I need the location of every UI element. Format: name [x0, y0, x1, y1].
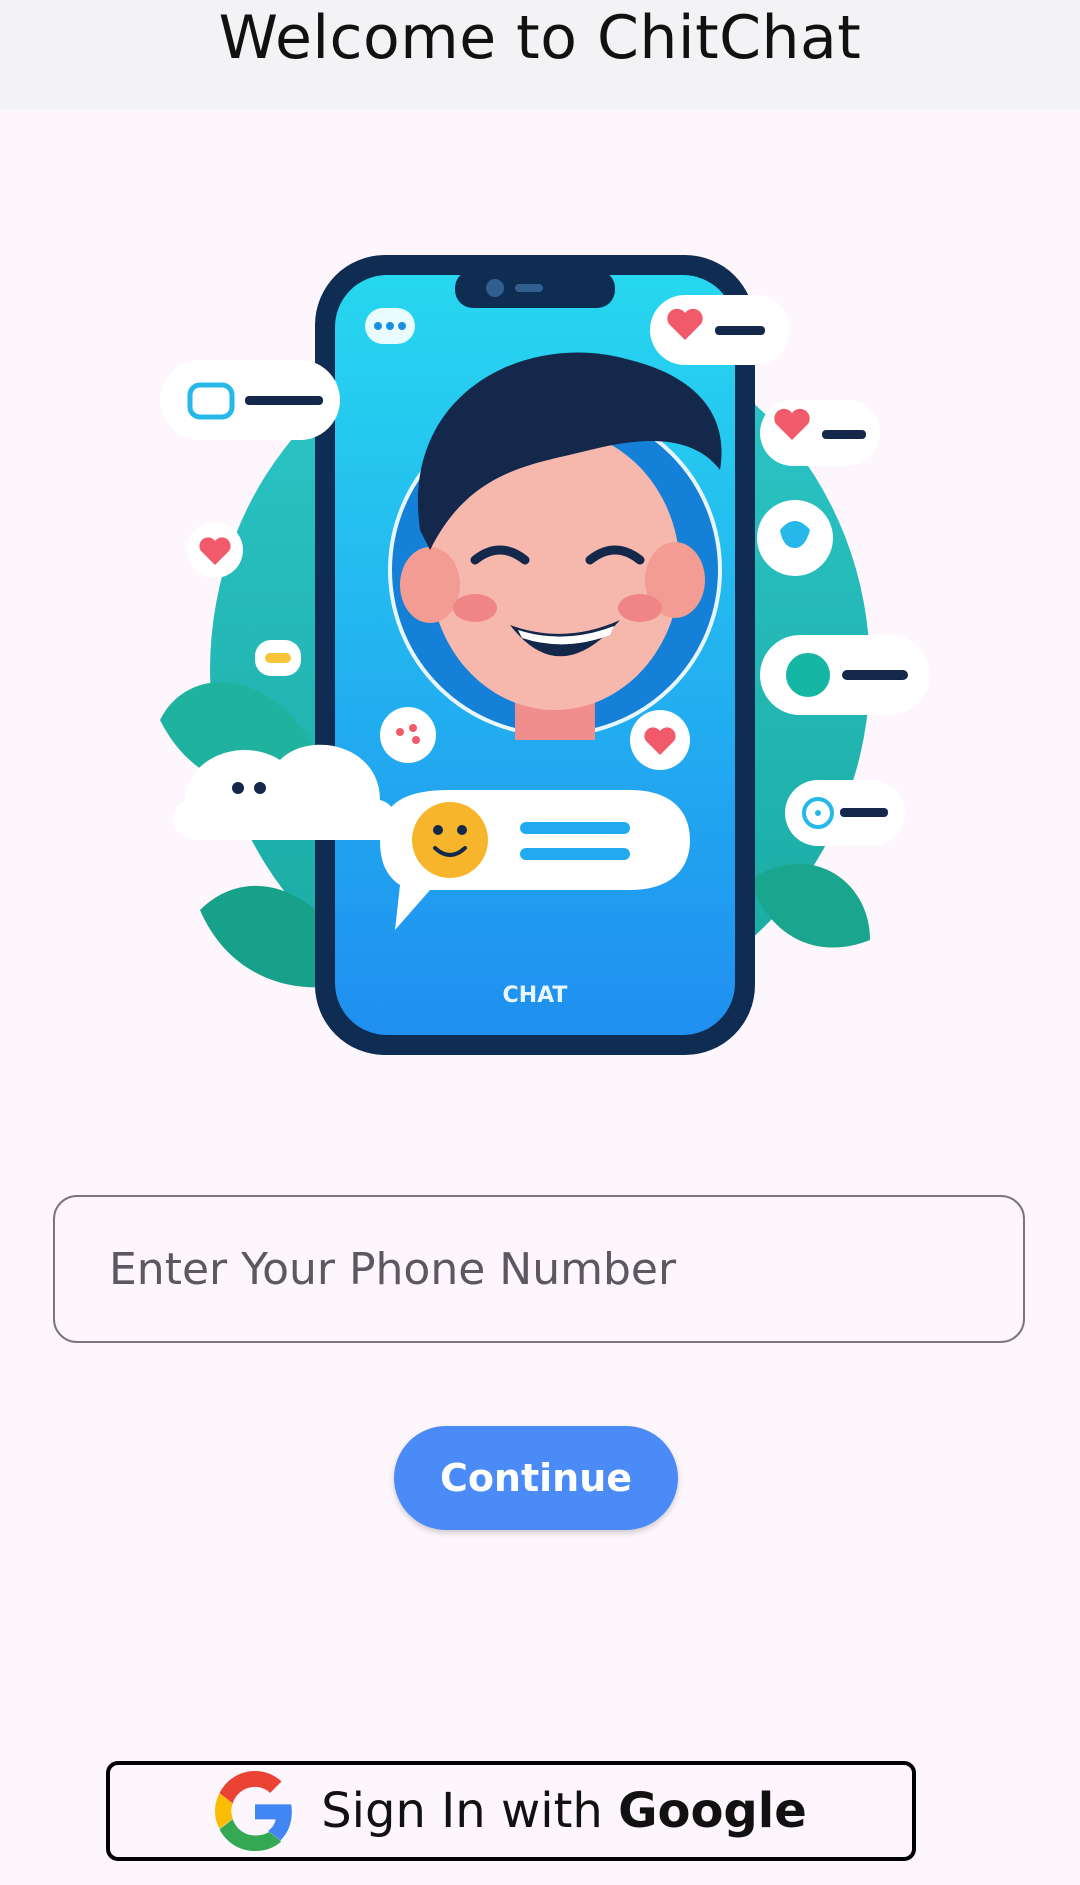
- app-bar: Welcome to ChitChat: [0, 0, 1080, 110]
- phone-caption: CHAT: [503, 983, 568, 1008]
- phone-number-field[interactable]: [53, 1195, 1025, 1343]
- page-title: Welcome to ChitChat: [218, 3, 862, 73]
- google-sign-in-label: Sign In with Google: [321, 1783, 807, 1839]
- continue-button[interactable]: Continue: [394, 1426, 678, 1530]
- phone-number-input[interactable]: [55, 1197, 1023, 1341]
- google-g-icon: [215, 1771, 293, 1851]
- chat-phone-illustration: CHAT: [160, 255, 930, 1055]
- google-sign-in-button[interactable]: Sign In with Google: [106, 1761, 916, 1861]
